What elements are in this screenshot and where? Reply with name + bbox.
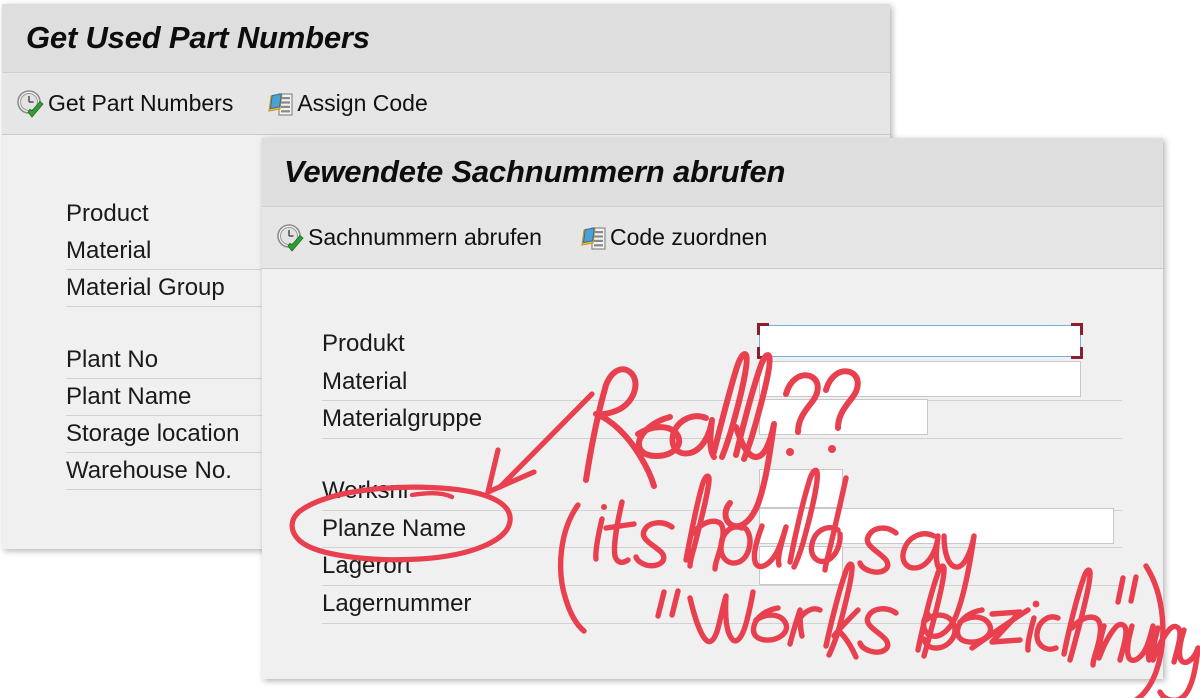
- field-row-materialgruppe: Materialgruppe: [322, 400, 1122, 438]
- english-window-titlebar: Get Used Part Numbers: [2, 4, 890, 72]
- field-label-product: Product: [66, 199, 149, 227]
- field-label-material: Material: [66, 236, 152, 264]
- english-window-title: Get Used Part Numbers: [26, 20, 370, 55]
- field-label-lagerort: Lagerort: [322, 552, 412, 579]
- field-label-material: Material: [322, 368, 408, 395]
- code-zuordnen-button[interactable]: Code zuordnen: [578, 223, 767, 253]
- clock-check-icon: [276, 223, 306, 253]
- get-part-numbers-label: Get Part Numbers: [48, 90, 234, 116]
- field-divider: [322, 623, 1122, 624]
- field-input-werksnr[interactable]: [759, 469, 843, 508]
- get-part-numbers-button[interactable]: Get Part Numbers: [16, 89, 233, 119]
- focus-corner-bottom-left: [757, 347, 769, 359]
- assign-code-label: Assign Code: [297, 90, 428, 116]
- focus-corner-top-right: [1071, 323, 1083, 335]
- field-row-werksnr: Werksnr: [322, 472, 1122, 510]
- assign-code-button[interactable]: Assign Code: [265, 89, 428, 119]
- field-row-lagerort: Lagerort: [322, 547, 1122, 585]
- field-label-plant-name: Plant Name: [66, 382, 192, 410]
- code-zuordnen-label: Code zuordnen: [609, 224, 768, 250]
- screen-root: Get Used Part Numbers Get Part Numbers A…: [0, 0, 1200, 698]
- assign-code-icon: [578, 223, 608, 253]
- field-label-warehouse-no: Warehouse No.: [66, 456, 232, 484]
- field-label-planze-name: Planze Name: [322, 515, 467, 542]
- field-input-lagerort[interactable]: [759, 546, 843, 585]
- field-label-storage-location: Storage location: [66, 419, 240, 447]
- field-input-planze-name[interactable]: [759, 508, 1114, 544]
- focus-corner-bottom-right: [1071, 347, 1083, 359]
- sachnummern-abrufen-button[interactable]: Sachnummern abrufen: [276, 223, 542, 253]
- field-label-lagernummer: Lagernummer: [322, 590, 472, 617]
- english-toolbar: Get Part Numbers Assign Code: [2, 72, 890, 135]
- clock-check-icon: [16, 89, 46, 119]
- assign-code-icon: [265, 89, 295, 119]
- field-divider: [322, 438, 1122, 439]
- field-label-plant-no: Plant No: [66, 345, 159, 373]
- field-label-werksnr: Werksnr: [322, 477, 411, 504]
- sachnummern-abrufen-label: Sachnummern abrufen: [308, 224, 542, 250]
- field-input-material[interactable]: [759, 361, 1081, 397]
- field-input-materialgruppe[interactable]: [759, 399, 928, 435]
- german-toolbar: Sachnummern abrufen Code zuordnen: [262, 206, 1163, 269]
- german-window-titlebar: Vewendete Sachnummern abrufen: [262, 138, 1163, 206]
- field-label-material-group: Material Group: [66, 273, 225, 301]
- focus-corner-top-left: [757, 323, 769, 335]
- field-row-lagernummer: Lagernummer: [322, 585, 1122, 623]
- german-window: Vewendete Sachnummern abrufen Sachnummer…: [262, 138, 1163, 679]
- german-window-title: Vewendete Sachnummern abrufen: [284, 154, 786, 189]
- field-label-materialgruppe: Materialgruppe: [322, 405, 483, 432]
- german-form: Produkt Material Materialgruppe Werksnr …: [262, 269, 1163, 679]
- field-input-produkt[interactable]: [757, 323, 1083, 359]
- field-label-produkt: Produkt: [322, 330, 405, 357]
